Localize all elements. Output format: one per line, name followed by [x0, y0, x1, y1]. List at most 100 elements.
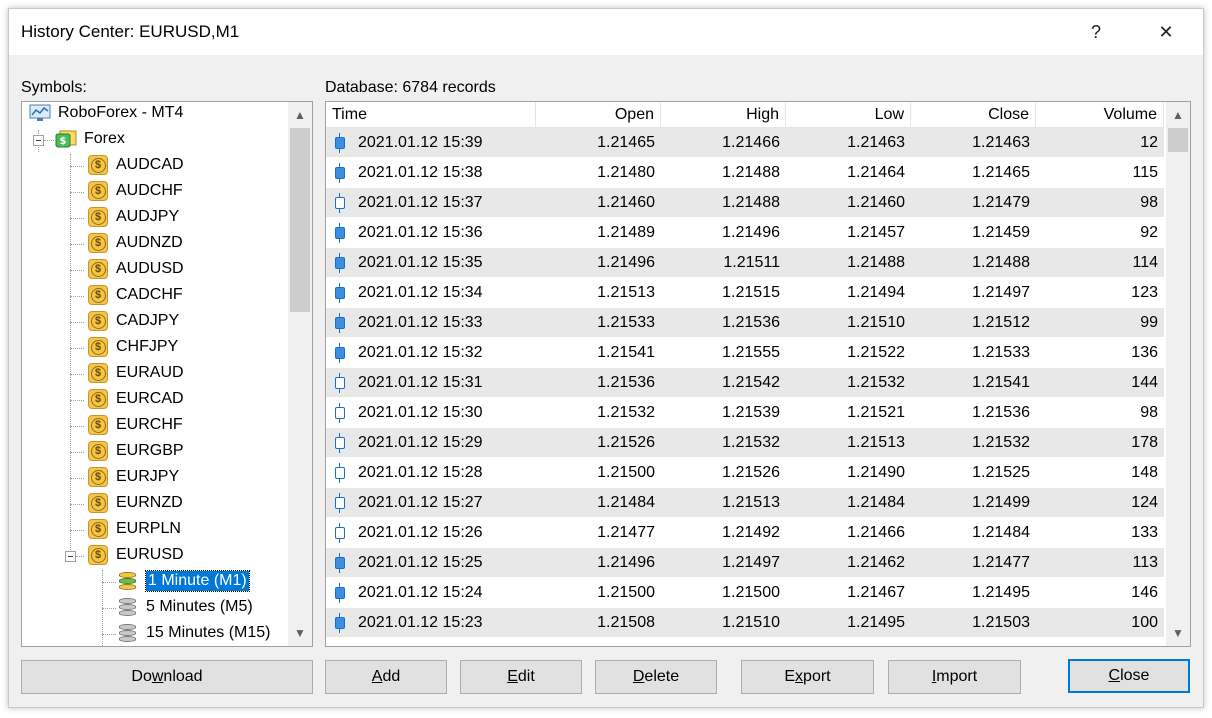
tree-symbol[interactable]: $ EURJPY	[86, 464, 179, 490]
column-header[interactable]: High	[661, 102, 786, 128]
column-header[interactable]: Open	[536, 102, 661, 128]
tree-guide	[70, 374, 84, 375]
table-cell: 2021.01.12 15:38	[326, 158, 536, 188]
column-header[interactable]: Low	[786, 102, 911, 128]
table-row[interactable]: 2021.01.12 15:33 1.21533 1.21536 1.21510 1.2…	[326, 308, 1164, 338]
tree-symbol-label: EURGBP	[116, 442, 184, 459]
table-row[interactable]: 2021.01.12 15:32 1.21541 1.21555 1.21522 1.2…	[326, 338, 1164, 368]
import-button[interactable]: Import	[888, 660, 1021, 694]
dollar-icon: $	[86, 206, 110, 228]
symbols-tree[interactable]: RoboForex - MT4 $ Forex $ AUDCAD $ AUDCHF $ AUDJ…	[21, 101, 313, 647]
tree-symbol[interactable]: $ EURNZD	[86, 490, 183, 516]
table-cell: 98	[1036, 188, 1164, 218]
tree-symbol[interactable]: $ EURCAD	[86, 386, 184, 412]
table-row[interactable]: 2021.01.12 15:26 1.21477 1.21492 1.21466 1.2…	[326, 518, 1164, 548]
cell-high: 1.21542	[722, 374, 780, 391]
dollar-icon: $	[86, 518, 110, 540]
scroll-down-icon[interactable]: ▼	[1166, 622, 1190, 644]
edit-button[interactable]: Edit	[460, 660, 582, 694]
table-cell: 2021.01.12 15:32	[326, 338, 536, 368]
table-row[interactable]: 2021.01.12 15:38 1.21480 1.21488 1.21464 1.2…	[326, 158, 1164, 188]
table-row[interactable]: 2021.01.12 15:34 1.21513 1.21515 1.21494 1.2…	[326, 278, 1164, 308]
column-header[interactable]: Time	[326, 102, 536, 128]
delete-button[interactable]: Delete	[595, 660, 717, 694]
svg-text:$: $	[60, 136, 67, 147]
cell-low: 1.21457	[847, 224, 905, 241]
table-row[interactable]: 2021.01.12 15:24 1.21500 1.21500 1.21467 1.2…	[326, 578, 1164, 608]
table-cell: 1.21460	[536, 188, 661, 218]
tree-symbol[interactable]: $ CADJPY	[86, 308, 179, 334]
collapse-icon[interactable]	[33, 135, 44, 146]
tree-timeframe[interactable]: 1 Minute (M1)	[116, 568, 250, 594]
tree-symbol[interactable]: $ AUDNZD	[86, 230, 183, 256]
close-window-button[interactable]: ✕	[1143, 9, 1189, 55]
table-cell: 1.21497	[661, 548, 786, 578]
cell-open: 1.21496	[597, 254, 655, 271]
table-row[interactable]: 2021.01.12 15:37 1.21460 1.21488 1.21460 1.2…	[326, 188, 1164, 218]
download-button[interactable]: Do w nload	[21, 660, 313, 694]
cell-low: 1.21494	[847, 284, 905, 301]
tree-symbol[interactable]: $ EURAUD	[86, 360, 184, 386]
scroll-down-icon[interactable]: ▼	[288, 622, 312, 644]
tree-symbol[interactable]: $ EURGBP	[86, 438, 184, 464]
coin-glyph: $	[90, 495, 106, 511]
cell-close: 1.21497	[972, 284, 1030, 301]
export-button[interactable]: Ex port	[741, 660, 874, 694]
table-row[interactable]: 2021.01.12 15:35 1.21496 1.21511 1.21488 1.2…	[326, 248, 1164, 278]
table-cell: 1.21521	[786, 398, 911, 428]
table-cell: 2021.01.12 15:27	[326, 488, 536, 518]
tree-group-forex[interactable]: $ Forex	[54, 126, 125, 152]
table-cell: 1.21496	[536, 248, 661, 278]
candle-icon	[334, 343, 346, 363]
tree-symbol[interactable]: $ CADCHF	[86, 282, 183, 308]
cell-time: 2021.01.12 15:35	[358, 254, 483, 271]
tree-symbol[interactable]: $ CHFJPY	[86, 334, 178, 360]
table-row[interactable]: 2021.01.12 15:39 1.21465 1.21466 1.21463 1.2…	[326, 128, 1164, 158]
tree-root[interactable]: RoboForex - MT4	[28, 102, 183, 126]
table-cell: 146	[1036, 578, 1164, 608]
table-row[interactable]: 2021.01.12 15:23 1.21508 1.21510 1.21495 1.2…	[326, 608, 1164, 638]
dollar-icon: $	[86, 362, 110, 384]
table-row[interactable]: 2021.01.12 15:30 1.21532 1.21539 1.21521 1.2…	[326, 398, 1164, 428]
history-table[interactable]: Time Open High Low Close Volume 2021.01.12 15…	[325, 101, 1191, 647]
scroll-up-icon[interactable]: ▲	[1166, 104, 1190, 126]
table-row[interactable]: 2021.01.12 15:27 1.21484 1.21513 1.21484 1.2…	[326, 488, 1164, 518]
tree-guide	[70, 270, 84, 271]
tree-symbol[interactable]: $ EURUSD	[86, 542, 184, 568]
table-row[interactable]: 2021.01.12 15:31 1.21536 1.21542 1.21532 1.2…	[326, 368, 1164, 398]
close-label-key: C	[1108, 667, 1121, 684]
tree-symbol[interactable]: $ AUDCAD	[86, 152, 184, 178]
cell-close: 1.21495	[972, 584, 1030, 601]
candle-icon	[334, 133, 346, 153]
scroll-up-icon[interactable]: ▲	[288, 104, 312, 126]
table-cell: 1.21510	[661, 608, 786, 638]
collapse-icon[interactable]	[65, 551, 76, 562]
tree-symbol[interactable]: $ AUDUSD	[86, 256, 184, 282]
table-cell: 1.21532	[661, 428, 786, 458]
table-row[interactable]: 2021.01.12 15:25 1.21496 1.21497 1.21462 1.2…	[326, 548, 1164, 578]
table-row[interactable]: 2021.01.12 15:28 1.21500 1.21526 1.21490 1.2…	[326, 458, 1164, 488]
table-scrollbar[interactable]: ▲ ▼	[1166, 102, 1190, 646]
tree-symbol[interactable]: $ EURCHF	[86, 412, 183, 438]
tree-scroll-thumb[interactable]	[290, 128, 310, 312]
database-icon	[116, 570, 140, 592]
tree-guide	[70, 154, 71, 562]
add-button[interactable]: Add	[325, 660, 447, 694]
candle-icon	[334, 553, 346, 573]
column-header[interactable]: Volume	[1036, 102, 1164, 128]
table-row[interactable]: 2021.01.12 15:29 1.21526 1.21532 1.21513 1.2…	[326, 428, 1164, 458]
tree-symbol[interactable]: $ EURPLN	[86, 516, 181, 542]
tree-symbol[interactable]: $ AUDCHF	[86, 178, 183, 204]
tree-symbol[interactable]: $ AUDJPY	[86, 204, 179, 230]
table-cell: 1.21525	[911, 458, 1036, 488]
tree-scrollbar[interactable]: ▲ ▼	[288, 102, 312, 646]
help-button[interactable]: ?	[1073, 9, 1119, 55]
column-header[interactable]: Close	[911, 102, 1036, 128]
tree-timeframe[interactable]: 5 Minutes (M5)	[116, 594, 253, 620]
table-row[interactable]: 2021.01.12 15:36 1.21489 1.21496 1.21457 1.2…	[326, 218, 1164, 248]
tree-timeframe[interactable]: 15 Minutes (M15)	[116, 620, 271, 646]
table-cell: 1.21467	[786, 578, 911, 608]
table-scroll-thumb[interactable]	[1168, 128, 1188, 152]
close-button[interactable]: Close	[1068, 659, 1190, 693]
cell-low: 1.21462	[847, 554, 905, 571]
